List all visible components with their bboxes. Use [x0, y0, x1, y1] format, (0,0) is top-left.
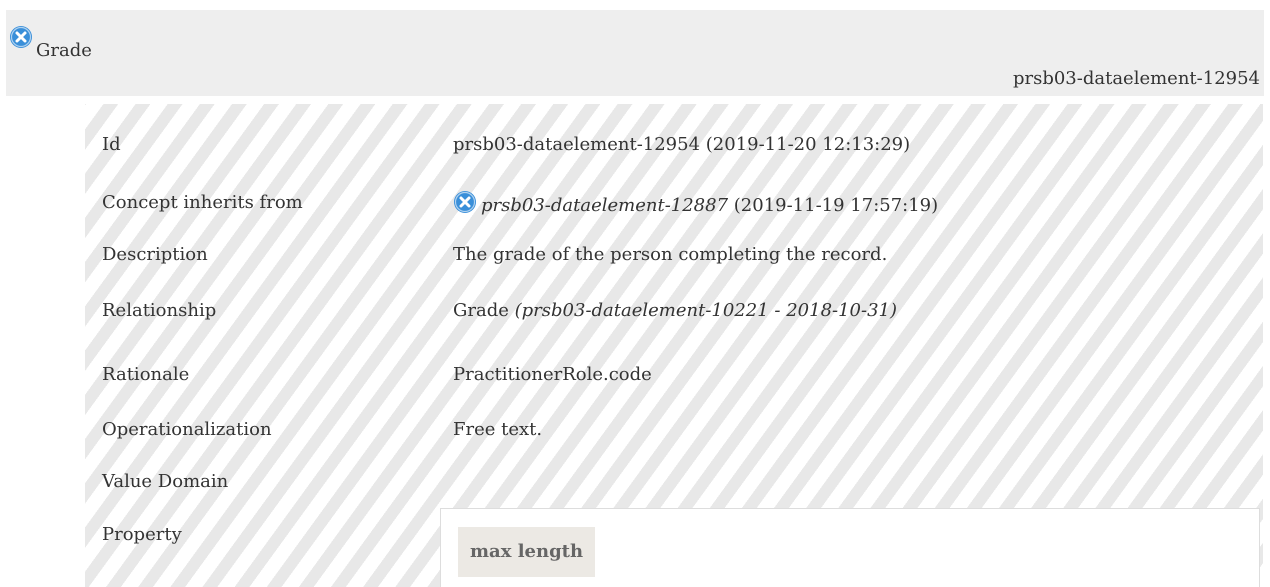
rationale-value: PractitionerRole.code — [453, 364, 652, 385]
relationship-value: Grade (prsb03-dataelement-10221 - 2018-1… — [453, 300, 897, 321]
concept-id: prsb03-dataelement-12954 — [1012, 68, 1260, 89]
description-value: The grade of the person completing the r… — [453, 244, 888, 265]
operationalization-value: Free text. — [453, 419, 543, 440]
inherits-value: prsb03-dataelement-12887 (2019-11-19 17:… — [453, 190, 938, 216]
rationale-label: Rationale — [102, 364, 190, 385]
relationship-name: Grade — [453, 300, 515, 321]
property-table: max length — [440, 508, 1260, 587]
property-label: Property — [102, 524, 182, 545]
close-circle-icon[interactable] — [9, 25, 33, 49]
inherits-label: Concept inherits from — [102, 192, 303, 213]
concept-details-panel: Id prsb03-dataelement-12954 (2019-11-20 … — [85, 104, 1263, 587]
id-value: prsb03-dataelement-12954 (2019-11-20 12:… — [453, 134, 911, 155]
close-circle-icon[interactable] — [453, 190, 477, 214]
relationship-label: Relationship — [102, 300, 217, 321]
value-domain-label: Value Domain — [102, 471, 229, 492]
relationship-ref: (prsb03-dataelement-10221 - 2018-10-31) — [514, 300, 898, 321]
description-label: Description — [102, 244, 208, 265]
inherits-date: (2019-11-19 17:57:19) — [728, 195, 939, 216]
concept-title: Grade — [36, 40, 92, 61]
max-length-header: max length — [458, 527, 596, 577]
id-label: Id — [102, 134, 121, 155]
concept-header: Grade prsb03-dataelement-12954 — [6, 10, 1264, 96]
operationalization-label: Operationalization — [102, 419, 272, 440]
inherits-link[interactable]: prsb03-dataelement-12887 — [481, 195, 728, 216]
